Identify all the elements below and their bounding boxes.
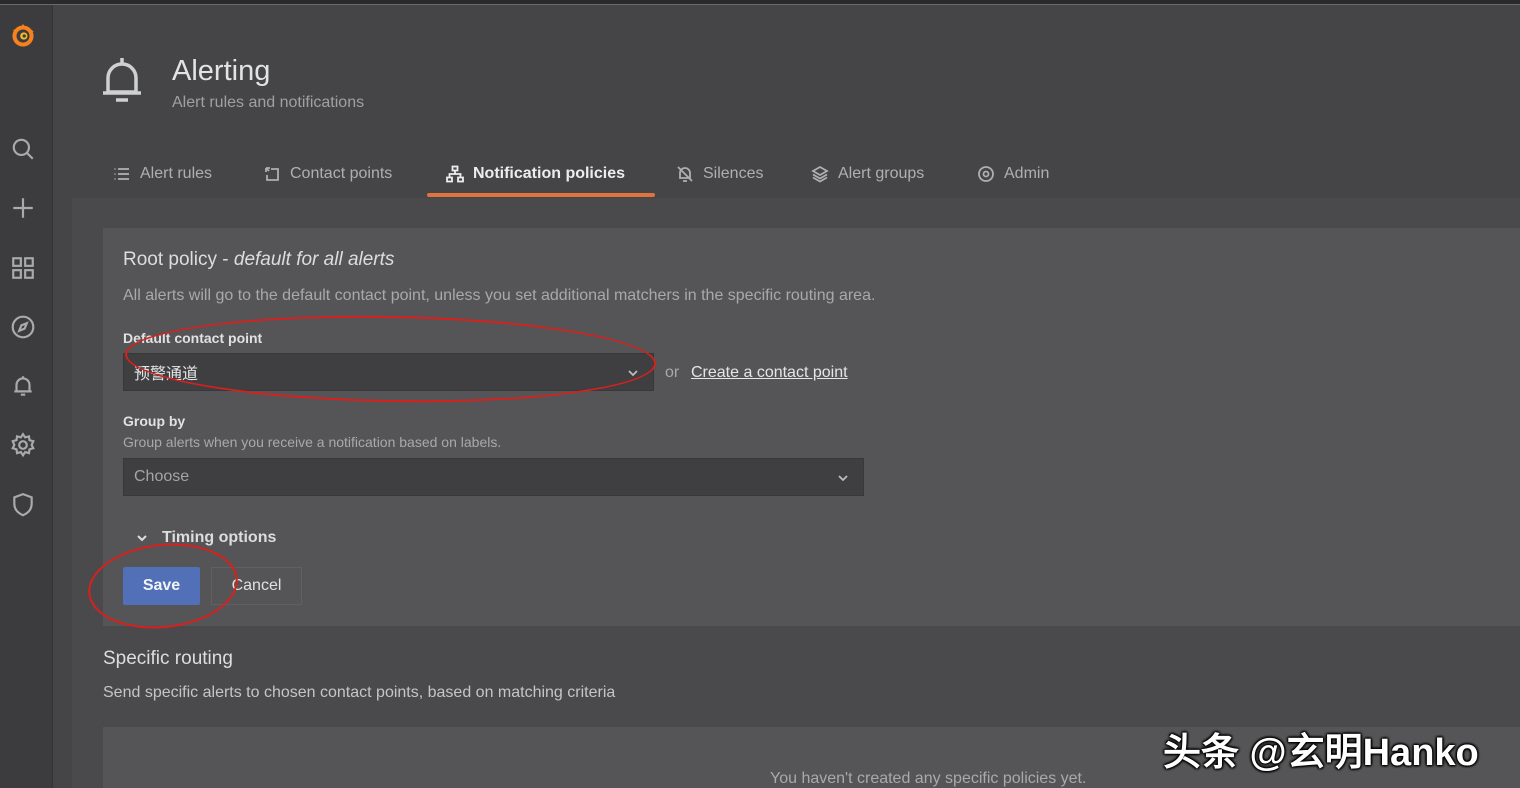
page-subtitle: Alert rules and notifications xyxy=(172,94,365,111)
tab-alert-rules[interactable]: Alert rules xyxy=(113,154,212,194)
tab-label: Contact points xyxy=(290,165,393,182)
tab-admin[interactable]: Admin xyxy=(977,154,1049,194)
alerting-bell-icon xyxy=(98,52,146,108)
group-by-description: Group alerts when you receive a notifica… xyxy=(123,434,502,450)
watermark: 头条 @玄明Hanko xyxy=(1163,732,1479,774)
timing-options-toggle[interactable]: Timing options xyxy=(136,529,276,547)
contact-icon xyxy=(265,167,279,181)
group-by-placeholder: Choose xyxy=(134,468,190,485)
create-contact-point-link[interactable]: Create a contact point xyxy=(691,364,848,382)
plus-icon[interactable] xyxy=(9,194,37,222)
compass-icon[interactable] xyxy=(9,313,37,341)
tab-label: Admin xyxy=(1004,165,1050,182)
tab-label: Alert groups xyxy=(838,165,925,182)
tab-contact-points[interactable]: Contact points xyxy=(263,154,392,194)
tab-notification-policies[interactable]: Notification policies xyxy=(446,154,625,194)
default-contact-value: 预警通道 xyxy=(134,366,199,383)
page-title: Alerting xyxy=(172,55,271,87)
root-policy-title-italic: default for all alerts xyxy=(233,249,395,270)
list-icon xyxy=(114,168,129,180)
timing-options-label: Timing options xyxy=(162,529,277,546)
chevron-down-icon xyxy=(137,535,147,542)
dashboards-icon[interactable] xyxy=(9,254,37,282)
grafana-logo-icon[interactable] xyxy=(9,22,37,50)
layers-icon xyxy=(811,165,829,183)
or-text: or xyxy=(665,364,680,381)
tab-label: Silences xyxy=(703,165,764,182)
active-tab-indicator xyxy=(427,193,655,197)
chevron-down-icon xyxy=(627,366,639,378)
specific-routing-description: Send specific alerts to chosen contact p… xyxy=(103,684,616,701)
chevron-down-icon xyxy=(837,471,849,483)
specific-routing-title: Specific routing xyxy=(103,648,233,669)
default-contact-label: Default contact point xyxy=(123,330,263,346)
tab-alert-groups[interactable]: Alert groups xyxy=(811,154,924,194)
shield-icon[interactable] xyxy=(9,491,37,519)
default-contact-select[interactable]: 预警通道 xyxy=(123,353,654,391)
window-top-edge xyxy=(0,0,1520,5)
tab-label: Alert rules xyxy=(140,165,213,182)
tab-label: Notification policies xyxy=(473,165,626,182)
tab-silences[interactable]: Silences xyxy=(676,154,763,194)
search-icon[interactable] xyxy=(9,135,37,163)
group-by-select[interactable]: Choose xyxy=(123,458,864,496)
cancel-button[interactable]: Cancel xyxy=(211,567,302,605)
sidebar-nav xyxy=(0,5,53,788)
root-policy-description: All alerts will go to the default contac… xyxy=(123,287,876,304)
root-policy-title: Root policy - default for all alerts xyxy=(123,249,395,270)
group-by-label: Group by xyxy=(123,413,186,429)
bell-icon[interactable] xyxy=(9,372,37,400)
bell-slash-icon xyxy=(677,166,693,182)
cog-icon xyxy=(978,166,994,182)
empty-state-text: You haven't created any specific policie… xyxy=(770,770,1087,787)
sitemap-icon xyxy=(446,165,464,183)
gear-icon[interactable] xyxy=(9,431,37,459)
save-button[interactable]: Save xyxy=(123,567,200,605)
